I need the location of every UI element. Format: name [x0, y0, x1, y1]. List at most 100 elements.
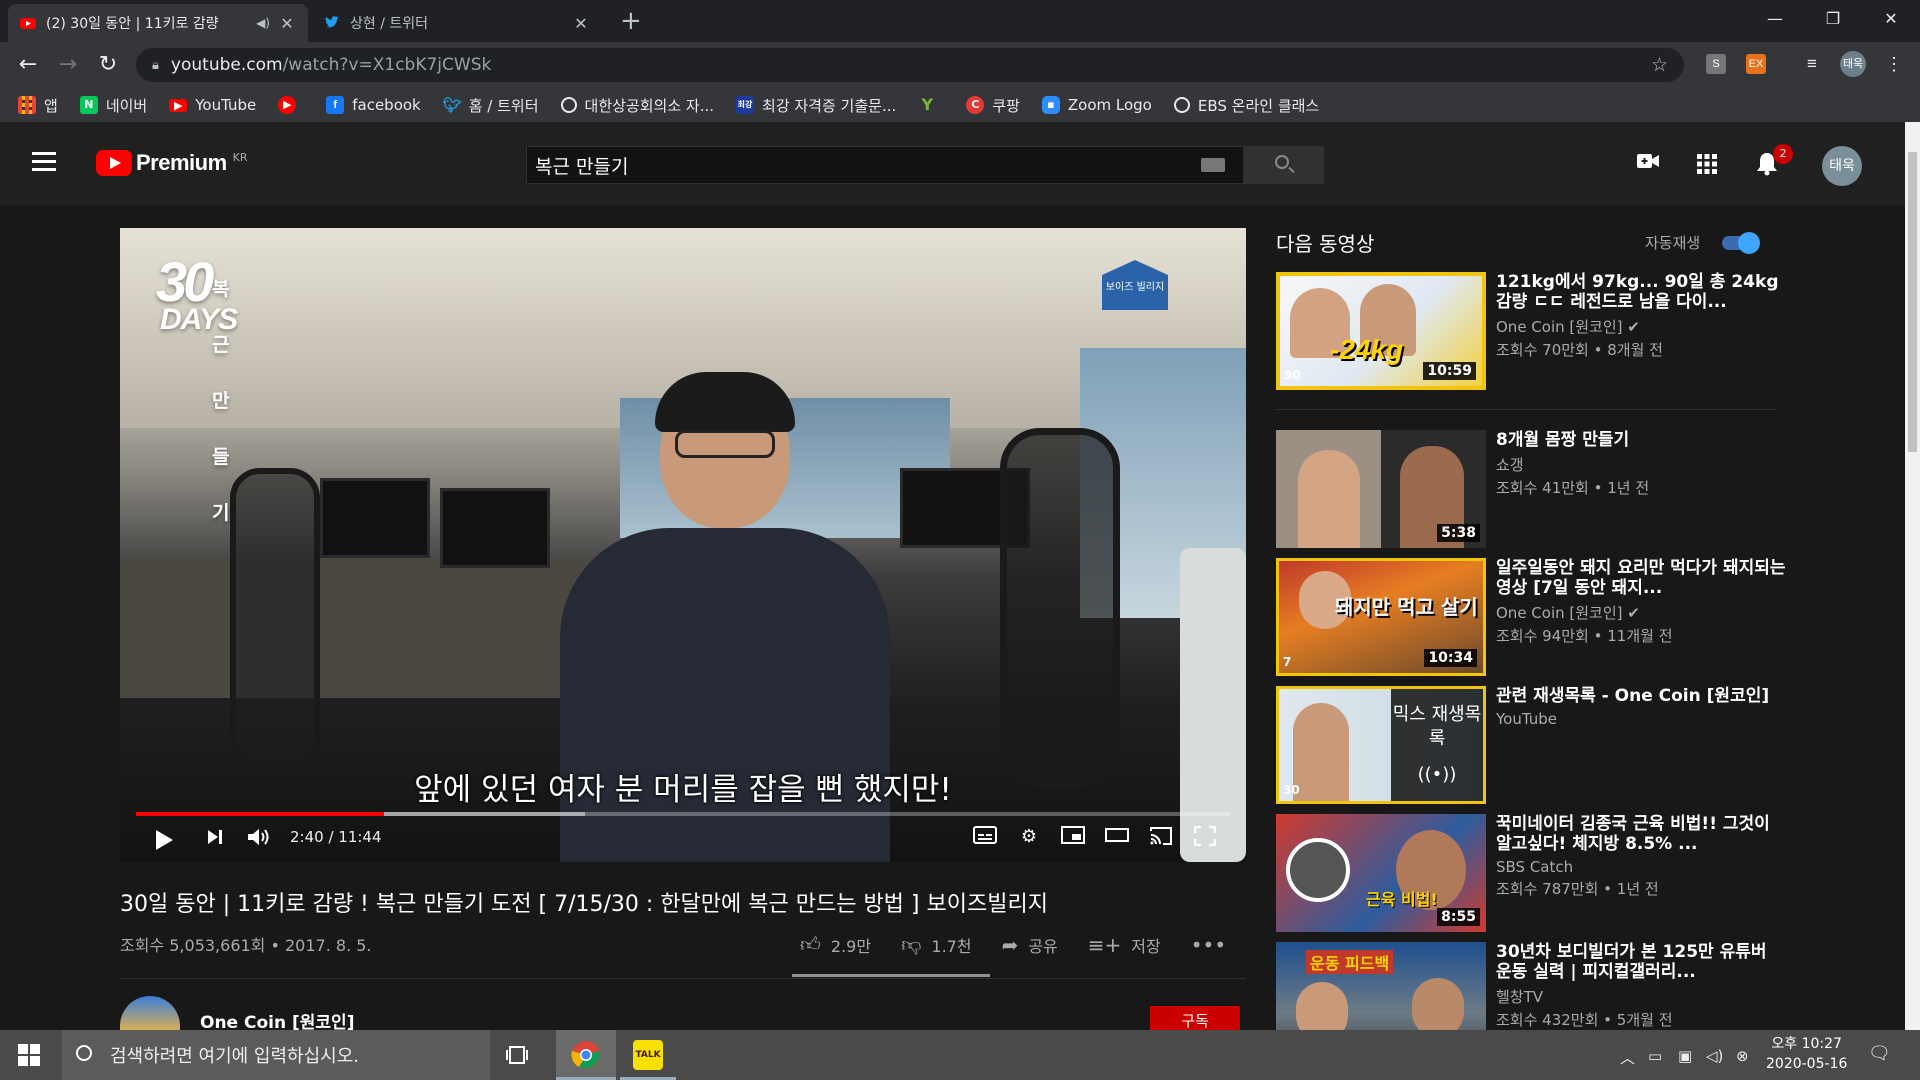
video-title[interactable]: 30년차 보디빌더가 본 125만 유튜버 운동 실력 | 피지컬갤러리... — [1496, 942, 1786, 982]
close-tab-icon[interactable]: ✕ — [572, 14, 590, 33]
maximize-button[interactable]: ❐ — [1804, 0, 1862, 40]
bookmark-naver[interactable]: N 네이버 — [79, 95, 147, 116]
reading-list-icon[interactable]: ≡ — [1802, 54, 1822, 74]
cast-icon[interactable] — [1148, 826, 1174, 848]
video-title[interactable]: 8개월 몸짱 만들기 — [1496, 430, 1786, 450]
chrome-taskbar-button[interactable] — [556, 1030, 616, 1080]
settings-gear-icon[interactable]: ⚙ — [1016, 826, 1042, 848]
bookmark-twitter[interactable]: 🐦︎ 홈 / 트위터 — [443, 95, 539, 116]
bookmark-youtube-music[interactable]: ▶ — [278, 96, 304, 114]
play-icon[interactable] — [156, 830, 173, 850]
channel-name[interactable]: SBS Catch — [1496, 858, 1786, 876]
kakaotalk-taskbar-button[interactable]: TALK — [620, 1030, 676, 1080]
close-window-button[interactable]: ✕ — [1862, 0, 1920, 40]
windows-start-icon[interactable] — [18, 1044, 40, 1066]
autoplay-toggle[interactable] — [1722, 232, 1760, 254]
profile-avatar[interactable]: 태욱 — [1840, 51, 1866, 77]
page-scrollbar[interactable] — [1905, 122, 1920, 1030]
menu-icon[interactable]: ⋮ — [1884, 54, 1904, 74]
search-button[interactable] — [1244, 146, 1324, 184]
share-button[interactable]: ➦ 공유 — [1002, 932, 1058, 957]
bookmark-star-icon[interactable]: ☆ — [1651, 54, 1668, 76]
subtitles-icon[interactable] — [972, 826, 998, 848]
recommended-video[interactable]: 근육 비법! 8:55 꾹미네이터 김종국 근육 비법!! 그것이 알고싶다! … — [1276, 814, 1796, 934]
bookmark-y[interactable]: Y — [918, 96, 944, 114]
create-video-icon[interactable] — [1636, 150, 1660, 178]
like-button[interactable]: 👍︎ 2.9만 — [800, 932, 871, 957]
extension-ex-icon[interactable]: EX — [1746, 54, 1766, 74]
bookmark-zoom[interactable]: ▪ Zoom Logo — [1041, 96, 1152, 114]
recommended-mix[interactable]: 30 믹스 재생목록 ((•)) 관련 재생목록 - One Coin [원코인… — [1276, 686, 1796, 806]
bookmark-facebook[interactable]: f facebook — [326, 96, 421, 114]
youtube-premium-logo[interactable]: Premium KR — [96, 150, 248, 176]
video-thumbnail[interactable]: 돼지만 먹고 살기 7 10:34 — [1276, 558, 1486, 676]
video-views: 조회수 432만회 • 5개월 전 — [1496, 1011, 1673, 1029]
video-thumbnail[interactable]: 5:38 — [1276, 430, 1486, 548]
recommended-video[interactable]: 돼지만 먹고 살기 7 10:34 일주일동안 돼지 요리만 먹다가 돼지되는 … — [1276, 558, 1796, 678]
new-tab-button[interactable]: + — [620, 6, 642, 36]
more-actions-button[interactable]: ••• — [1191, 932, 1236, 957]
hamburger-menu-icon[interactable] — [32, 152, 56, 176]
save-button[interactable]: ≡+ 저장 — [1088, 932, 1161, 957]
recommended-video[interactable]: -24kg 90 10:59 121kg에서 97kg... 90일 총 24k… — [1276, 272, 1796, 392]
recommended-video[interactable]: 운동 피드백 30년차 보디빌더가 본 125만 유튜버 운동 실력 | 피지컬… — [1276, 942, 1796, 1030]
ime-icon[interactable]: ⊗ — [1736, 1047, 1749, 1065]
close-tab-icon[interactable]: ✕ — [278, 14, 296, 33]
theater-mode-icon[interactable] — [1104, 826, 1130, 848]
fullscreen-icon[interactable] — [1192, 825, 1218, 848]
tab-twitter[interactable]: 상현 / 트위터 ✕ — [312, 4, 602, 42]
taskbar-clock[interactable]: 오후 10:27 2020-05-16 — [1766, 1034, 1847, 1074]
video-thumbnail[interactable]: -24kg 90 10:59 — [1276, 272, 1486, 390]
next-video-icon[interactable] — [206, 828, 224, 850]
bookmark-coupang[interactable]: C 쿠팡 — [966, 95, 1020, 116]
avatar[interactable]: 태욱 — [1822, 146, 1862, 186]
video-title[interactable]: 꾹미네이터 김종국 근육 비법!! 그것이 알고싶다! 체지방 8.5% ... — [1496, 814, 1786, 854]
battery-icon[interactable]: ▭ — [1648, 1047, 1662, 1065]
bookmark-youtube[interactable]: ▶ YouTube — [169, 96, 256, 114]
video-thumbnail[interactable]: 근육 비법! 8:55 — [1276, 814, 1486, 932]
subscribe-button[interactable]: 구독 — [1150, 1006, 1240, 1030]
bookmark-korcham[interactable]: 대한상공회의소 자... — [560, 95, 714, 116]
channel-name[interactable]: YouTube — [1496, 710, 1786, 728]
recommended-video[interactable]: 5:38 8개월 몸짱 만들기 쇼갱 조회수 41만회 • 1년 전 — [1276, 430, 1796, 550]
extension-s-icon[interactable]: S — [1706, 54, 1726, 74]
forward-icon[interactable]: → — [54, 52, 82, 77]
dislike-button[interactable]: 👎︎ 1.7천 — [901, 932, 971, 957]
channel-name[interactable]: One Coin [원코인] ✔ — [1496, 316, 1786, 337]
speaker-icon[interactable]: ◀) — [256, 16, 270, 30]
notification-center-icon[interactable]: 🗨︎ — [1868, 1043, 1891, 1064]
volume-icon[interactable] — [246, 826, 272, 852]
volume-tray-icon[interactable]: ◁) — [1706, 1047, 1723, 1065]
lock-icon[interactable]: 🔒︎ — [152, 58, 159, 73]
youtube-icon: ▶ — [169, 98, 188, 112]
keyboard-icon[interactable] — [1201, 158, 1225, 172]
address-bar[interactable]: 🔒︎ youtube.com/watch?v=X1cbK7jCWSk ☆ — [136, 48, 1684, 82]
video-thumbnail[interactable]: 운동 피드백 — [1276, 942, 1486, 1030]
video-progress-bar[interactable] — [136, 812, 1230, 816]
video-title[interactable]: 관련 재생목록 - One Coin [원코인] — [1496, 686, 1786, 706]
globe-icon — [1173, 97, 1190, 113]
back-icon[interactable]: ← — [14, 52, 42, 77]
taskbar-search-input[interactable]: 검색하려면 여기에 입력하십시오. — [62, 1030, 490, 1080]
network-icon[interactable]: ▣ — [1678, 1047, 1692, 1065]
tab-strip: (2) 30일 동안 | 11키로 감량 ◀) ✕ 상현 / 트위터 ✕ + —… — [0, 0, 1920, 42]
search-input[interactable]: 복근 만들기 — [526, 146, 1244, 184]
reload-icon[interactable]: ↻ — [94, 52, 122, 77]
miniplayer-icon[interactable] — [1060, 826, 1086, 848]
bookmark-ebs[interactable]: EBS 온라인 클래스 — [1173, 95, 1319, 116]
scrollbar-thumb[interactable] — [1908, 152, 1917, 452]
video-thumbnail[interactable]: 30 믹스 재생목록 ((•)) — [1276, 686, 1486, 804]
bookmark-apps[interactable]: 앱 — [18, 95, 58, 116]
bookmark-cert[interactable]: 최강 최강 자격증 기출문... — [736, 95, 896, 116]
video-player[interactable]: 30 복근만들기 DAYS 보이즈 빌리지 앞에 있던 여자 분 머리를 잡을 … — [120, 228, 1246, 862]
channel-name[interactable]: One Coin [원코인] ✔ — [1496, 602, 1786, 623]
minimize-button[interactable]: — — [1746, 0, 1804, 40]
channel-name[interactable]: 쇼갱 — [1496, 454, 1786, 475]
apps-icon[interactable] — [1697, 154, 1717, 180]
video-title[interactable]: 일주일동안 돼지 요리만 먹다가 돼지되는 영상 [7일 동안 돼지... — [1496, 558, 1786, 598]
video-title[interactable]: 121kg에서 97kg... 90일 총 24kg 감량 ㄷㄷ 레전드로 남을… — [1496, 272, 1786, 312]
tab-youtube[interactable]: (2) 30일 동안 | 11키로 감량 ◀) ✕ — [8, 4, 308, 42]
channel-name[interactable]: 헬창TV — [1496, 986, 1786, 1007]
task-view-icon[interactable] — [506, 1044, 536, 1074]
tray-chevron-icon[interactable]: ︿ — [1620, 1047, 1635, 1068]
